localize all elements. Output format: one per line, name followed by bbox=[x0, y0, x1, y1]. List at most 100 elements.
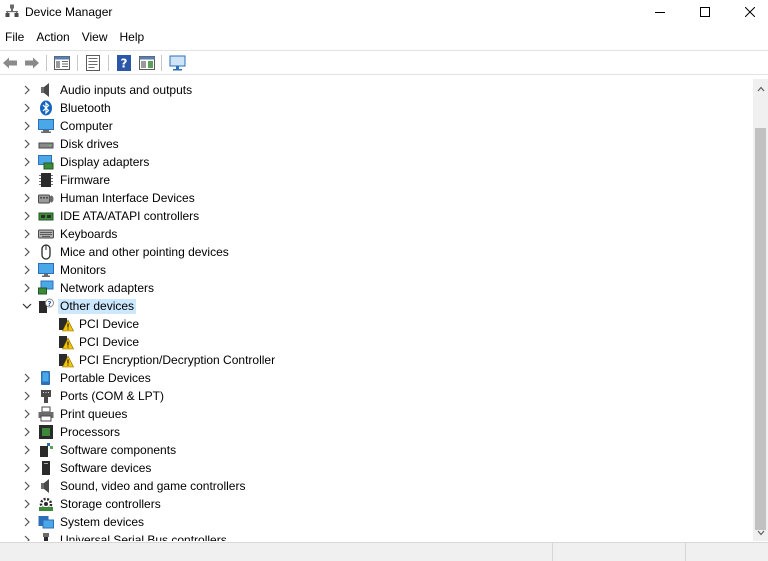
tree-node-label: Display adapters bbox=[60, 155, 150, 169]
maximize-icon bbox=[700, 7, 710, 17]
chevron-right-icon[interactable] bbox=[22, 247, 32, 257]
tree-node-print-queues[interactable]: Print queues bbox=[0, 405, 753, 423]
scroll-down-button[interactable] bbox=[753, 525, 768, 540]
monitor-icon bbox=[38, 263, 54, 277]
chevron-right-icon[interactable] bbox=[22, 229, 32, 239]
menu-action[interactable]: Action bbox=[30, 27, 75, 47]
tree-node-software-components[interactable]: Software components bbox=[0, 441, 753, 459]
close-button[interactable] bbox=[727, 0, 768, 24]
chevron-right-icon[interactable] bbox=[22, 193, 32, 203]
tree-node-label: Disk drives bbox=[60, 137, 119, 151]
chevron-right-icon[interactable] bbox=[22, 373, 32, 383]
warning-device-icon bbox=[59, 336, 74, 350]
title-bar[interactable]: Device Manager bbox=[0, 0, 768, 24]
chevron-right-icon[interactable] bbox=[22, 427, 32, 437]
scan-hardware-changes-button[interactable] bbox=[169, 54, 187, 72]
tree-node-keyboards[interactable]: Keyboards bbox=[0, 225, 753, 243]
tree-node-audio-inputs[interactable]: Audio inputs and outputs bbox=[0, 81, 753, 99]
menu-help[interactable]: Help bbox=[114, 27, 151, 47]
chevron-right-icon[interactable] bbox=[22, 139, 32, 149]
chevron-right-icon[interactable] bbox=[22, 463, 32, 473]
tree-node-label: Keyboards bbox=[60, 227, 118, 241]
tree-node-pci-device[interactable]: PCI Device bbox=[0, 333, 753, 351]
chevron-down-icon[interactable] bbox=[22, 301, 32, 311]
tree-node-other-devices[interactable]: ? Other devices bbox=[0, 297, 753, 315]
status-bar bbox=[0, 542, 768, 561]
chevron-right-icon[interactable] bbox=[22, 499, 32, 509]
tree-node-label: Audio inputs and outputs bbox=[60, 83, 193, 97]
chevron-right-icon[interactable] bbox=[22, 121, 32, 131]
forward-button[interactable] bbox=[23, 54, 41, 72]
help-button[interactable]: ? bbox=[115, 54, 133, 72]
close-icon bbox=[745, 7, 755, 17]
tree-node-ide-controllers[interactable]: IDE ATA/ATAPI controllers bbox=[0, 207, 753, 225]
chevron-right-icon[interactable] bbox=[22, 103, 32, 113]
vertical-scrollbar[interactable] bbox=[753, 79, 768, 541]
tree-node-system-devices[interactable]: System devices bbox=[0, 513, 753, 531]
tree-node-bluetooth[interactable]: Bluetooth bbox=[0, 99, 753, 117]
properties-button[interactable] bbox=[84, 54, 102, 72]
tree-node-label: Firmware bbox=[60, 173, 110, 187]
toolbar-separator bbox=[108, 55, 109, 71]
chevron-right-icon[interactable] bbox=[22, 517, 32, 527]
chevron-right-icon[interactable] bbox=[22, 283, 32, 293]
scrollbar-thumb[interactable] bbox=[755, 128, 766, 530]
chevron-right-icon[interactable] bbox=[22, 445, 32, 455]
toolbar: ? bbox=[0, 50, 768, 75]
minimize-icon bbox=[655, 12, 665, 13]
port-icon bbox=[41, 390, 51, 403]
toolbar-separator bbox=[77, 55, 78, 71]
keyboard-icon bbox=[38, 229, 54, 239]
tree-node-ports[interactable]: Ports (COM & LPT) bbox=[0, 387, 753, 405]
window-title: Device Manager bbox=[25, 5, 113, 19]
toolbar-separator bbox=[46, 55, 47, 71]
tree-node-software-devices[interactable]: Software devices bbox=[0, 459, 753, 477]
portable-device-icon bbox=[41, 371, 50, 385]
usb-icon bbox=[43, 533, 49, 541]
chevron-right-icon[interactable] bbox=[22, 409, 32, 419]
chevron-right-icon[interactable] bbox=[22, 175, 32, 185]
tree-node-computer[interactable]: Computer bbox=[0, 117, 753, 135]
chevron-right-icon[interactable] bbox=[22, 211, 32, 221]
chevron-right-icon[interactable] bbox=[22, 391, 32, 401]
tree-node-sound-video-game[interactable]: Sound, video and game controllers bbox=[0, 477, 753, 495]
chevron-right-icon[interactable] bbox=[22, 481, 32, 491]
device-manager-window: Device Manager File Action View Help ? A… bbox=[0, 0, 768, 561]
chevron-right-icon[interactable] bbox=[22, 157, 32, 167]
warning-device-icon bbox=[59, 318, 74, 332]
tree-node-processors[interactable]: Processors bbox=[0, 423, 753, 441]
tree-node-label: IDE ATA/ATAPI controllers bbox=[60, 209, 200, 223]
svg-text:?: ? bbox=[47, 300, 51, 308]
tree-node-human-interface-devices[interactable]: Human Interface Devices bbox=[0, 189, 753, 207]
view-pane-button[interactable] bbox=[138, 54, 156, 72]
tree-node-label: Portable Devices bbox=[60, 371, 151, 385]
chevron-right-icon[interactable] bbox=[22, 265, 32, 275]
ide-controller-icon bbox=[38, 212, 54, 221]
maximize-button[interactable] bbox=[682, 0, 728, 24]
chevron-up-icon bbox=[757, 86, 764, 91]
tree-node-display-adapters[interactable]: Display adapters bbox=[0, 153, 753, 171]
menu-file[interactable]: File bbox=[0, 27, 30, 47]
scan-hardware-icon bbox=[169, 55, 186, 71]
hid-icon bbox=[38, 194, 54, 204]
scroll-up-button[interactable] bbox=[753, 81, 768, 96]
tree-node-pci-device[interactable]: PCI Device bbox=[0, 315, 753, 333]
tree-node-mice[interactable]: Mice and other pointing devices bbox=[0, 243, 753, 261]
status-pane bbox=[552, 543, 685, 561]
tree-node-firmware[interactable]: Firmware bbox=[0, 171, 753, 189]
show-hide-console-tree-button[interactable] bbox=[53, 54, 71, 72]
minimize-button[interactable] bbox=[637, 0, 683, 24]
tree-node-portable-devices[interactable]: Portable Devices bbox=[0, 369, 753, 387]
back-button[interactable] bbox=[1, 54, 19, 72]
chevron-right-icon[interactable] bbox=[22, 535, 32, 541]
tree-node-pci-encryption-controller[interactable]: PCI Encryption/Decryption Controller bbox=[0, 351, 753, 369]
tree-node-storage-controllers[interactable]: Storage controllers bbox=[0, 495, 753, 513]
tree-node-monitors[interactable]: Monitors bbox=[0, 261, 753, 279]
software-device-icon bbox=[42, 461, 50, 475]
tree-node-disk-drives[interactable]: Disk drives bbox=[0, 135, 753, 153]
chevron-right-icon[interactable] bbox=[22, 85, 32, 95]
menu-view[interactable]: View bbox=[76, 27, 114, 47]
tree-node-network-adapters[interactable]: Network adapters bbox=[0, 279, 753, 297]
display-adapter-icon bbox=[38, 155, 54, 170]
tree-node-usb-controllers[interactable]: Universal Serial Bus controllers bbox=[0, 531, 753, 541]
